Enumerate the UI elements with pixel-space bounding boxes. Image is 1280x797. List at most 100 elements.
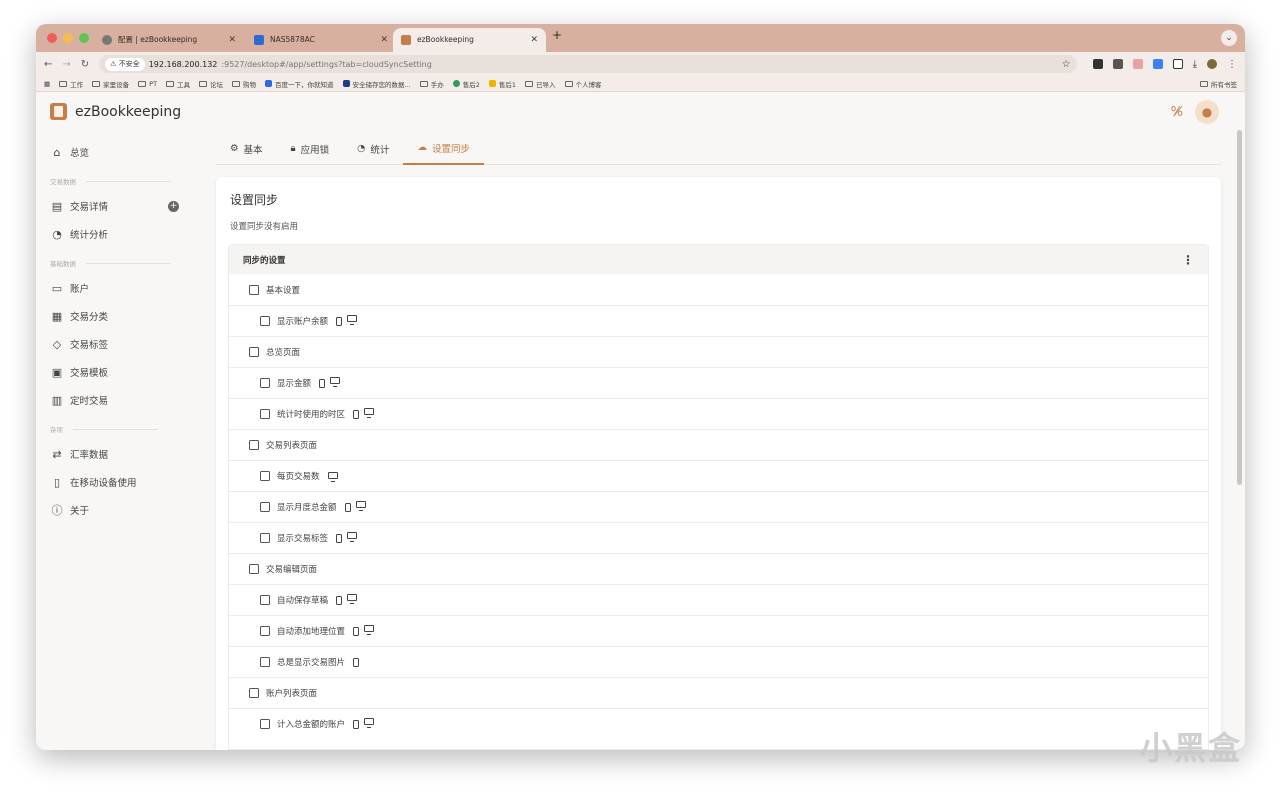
apps-grid-icon[interactable]: ▦ — [44, 80, 50, 88]
setting-row[interactable]: 自动添加地理位置 — [229, 615, 1208, 646]
bookmark-folder[interactable]: 家里设备 — [92, 79, 129, 89]
bookmark-folder[interactable]: 个人博客 — [564, 79, 602, 89]
setting-row[interactable]: 显示月度总金额 — [229, 491, 1208, 522]
setting-group-row[interactable]: 账户列表页面 — [229, 677, 1208, 708]
setting-row[interactable]: 自动保存草稿 — [229, 584, 1208, 615]
setting-row[interactable]: 显示金额 — [229, 367, 1208, 398]
browser-tab-2[interactable]: NAS5878AC ✕ — [246, 28, 396, 52]
setting-row[interactable]: 显示账户余额 — [229, 305, 1208, 336]
bookmark-folder[interactable]: 工作 — [59, 79, 83, 89]
download-icon[interactable]: ⤓ — [1193, 59, 1197, 70]
setting-row[interactable]: 统计时使用的时区 — [229, 398, 1208, 429]
setting-group-row[interactable]: 基本设置 — [229, 274, 1208, 305]
forward-icon[interactable]: → — [62, 59, 70, 70]
device-icons — [336, 531, 358, 543]
checkbox[interactable] — [260, 657, 270, 667]
tab-app-lock[interactable]: 🔒︎ 应用锁 — [277, 132, 344, 165]
checkbox[interactable] — [260, 595, 270, 605]
new-tab-button[interactable]: + — [552, 28, 562, 42]
sidebar-item-about[interactable]: ⓘ 关于 — [36, 496, 196, 524]
address-bar[interactable]: ⚠ 不安全 192.168.200.132:9527/desktop#/app/… — [99, 55, 1077, 73]
page-scrollbar[interactable] — [1237, 130, 1242, 485]
setting-row[interactable]: 显示交易标签 — [229, 522, 1208, 553]
extension-icon[interactable] — [1092, 58, 1103, 69]
all-bookmarks[interactable]: 所有书签 — [1200, 79, 1237, 89]
extension-icon[interactable] — [1132, 58, 1143, 69]
setting-group-row[interactable]: 交易编辑页面 — [229, 553, 1208, 584]
pie-chart-icon: ◔ — [357, 143, 366, 154]
extension-icon[interactable] — [1152, 58, 1163, 69]
tab-strip: 配置 | ezBookkeeping ✕ NAS5878AC ✕ ezBookk… — [36, 24, 1245, 52]
checkbox[interactable] — [249, 284, 259, 295]
tab-search-button[interactable]: ⌄ — [1221, 30, 1237, 46]
checkbox[interactable] — [260, 719, 270, 729]
checkbox[interactable] — [260, 533, 270, 543]
profile-avatar[interactable] — [1207, 58, 1217, 69]
bookmark-folder[interactable]: 论坛 — [199, 79, 223, 89]
phone-icon — [353, 657, 360, 667]
security-indicator[interactable]: ⚠ 不安全 — [105, 57, 145, 71]
checkbox[interactable] — [249, 347, 259, 357]
checkbox[interactable] — [260, 409, 270, 419]
close-tab-icon[interactable]: ✕ — [530, 28, 538, 52]
bookmark-link[interactable]: 售后2 — [452, 79, 480, 89]
bookmark-folder[interactable]: 手办 — [419, 79, 444, 89]
sidebar-item-transaction-details[interactable]: ▤ 交易详情 + — [36, 192, 196, 220]
setting-row[interactable]: 总是显示交易图片 — [229, 646, 1208, 677]
sidebar-item-templates[interactable]: ▣ 交易模板 — [36, 358, 196, 386]
tab-basic[interactable]: ⚙ 基本 — [216, 132, 277, 165]
sidebar-item-exchange-rates[interactable]: ⇄ 汇率数据 — [36, 440, 196, 468]
browser-menu-icon[interactable]: ⋮ — [1227, 59, 1237, 70]
close-window-button[interactable] — [47, 33, 57, 43]
bookmark-folder[interactable]: 工具 — [166, 79, 190, 89]
bookmark-folder[interactable]: 购物 — [232, 79, 256, 89]
folder-icon — [419, 80, 428, 87]
close-tab-icon[interactable]: ✕ — [380, 28, 388, 52]
sidebar-item-accounts[interactable]: ▭ 账户 — [36, 274, 196, 302]
bookmark-link[interactable]: 百度一下，你就知道 — [265, 79, 334, 89]
checkbox[interactable] — [260, 378, 270, 388]
puzzle-icon[interactable] — [1172, 58, 1183, 69]
more-menu-icon[interactable]: ⋮ — [1182, 253, 1194, 267]
reload-icon[interactable]: ↻ — [81, 59, 89, 70]
checkbox[interactable] — [249, 440, 259, 450]
setting-group-row[interactable]: 交易列表页面 — [229, 429, 1208, 460]
sidebar-item-tags[interactable]: ◇ 交易标签 — [36, 330, 196, 358]
setting-row[interactable]: 每页交易数 — [229, 460, 1208, 491]
checkbox[interactable] — [260, 626, 270, 636]
sidebar-item-categories[interactable]: ▦ 交易分类 — [36, 302, 196, 330]
bookmark-star-icon[interactable]: ☆ — [1062, 59, 1071, 70]
checkbox[interactable] — [260, 316, 270, 326]
setting-label: 计入总金额的账户 — [277, 720, 346, 730]
phone-icon — [353, 409, 360, 419]
setting-group-row[interactable]: 总览页面 — [229, 336, 1208, 367]
bookmark-folder[interactable]: 已导入 — [525, 79, 556, 89]
tab-cloud-sync[interactable]: ☁︎ 设置同步 — [403, 132, 484, 165]
sidebar-item-statistics[interactable]: ◔ 统计分析 — [36, 220, 196, 248]
checkbox[interactable] — [249, 688, 259, 698]
checkbox[interactable] — [249, 564, 259, 574]
setting-label: 账户列表页面 — [266, 689, 318, 699]
checkbox[interactable] — [260, 471, 270, 481]
browser-tab-3[interactable]: ezBookkeeping ✕ — [393, 28, 546, 52]
sidebar-item-mobile[interactable]: ▯ 在移动设备使用 — [36, 468, 196, 496]
add-transaction-icon[interactable]: + — [168, 200, 179, 212]
tab-statistics[interactable]: ◔ 统计 — [343, 132, 403, 165]
hide-amount-icon[interactable]: %̸ — [1171, 105, 1183, 120]
bookmark-folder[interactable]: PT — [138, 80, 157, 88]
phone-icon — [319, 378, 326, 388]
sidebar-item-overview[interactable]: ⌂ 总览 — [36, 138, 196, 166]
checkbox[interactable] — [260, 502, 270, 512]
extension-icon[interactable] — [1112, 58, 1123, 69]
bookmark-link[interactable]: 售后1 — [488, 79, 516, 89]
user-avatar[interactable]: ● — [1195, 100, 1219, 124]
maximize-window-button[interactable] — [79, 33, 89, 43]
browser-tab-1[interactable]: 配置 | ezBookkeeping ✕ — [94, 28, 244, 52]
close-tab-icon[interactable]: ✕ — [228, 28, 236, 52]
bookmark-link[interactable]: 安全储存您的数据... — [342, 79, 411, 89]
brand[interactable]: ezBookkeeping — [50, 103, 181, 120]
sidebar-item-scheduled[interactable]: ▥ 定时交易 — [36, 386, 196, 414]
setting-row[interactable]: 计入总金额的账户 — [229, 708, 1208, 739]
back-icon[interactable]: ← — [44, 59, 52, 70]
minimize-window-button[interactable] — [63, 33, 73, 43]
